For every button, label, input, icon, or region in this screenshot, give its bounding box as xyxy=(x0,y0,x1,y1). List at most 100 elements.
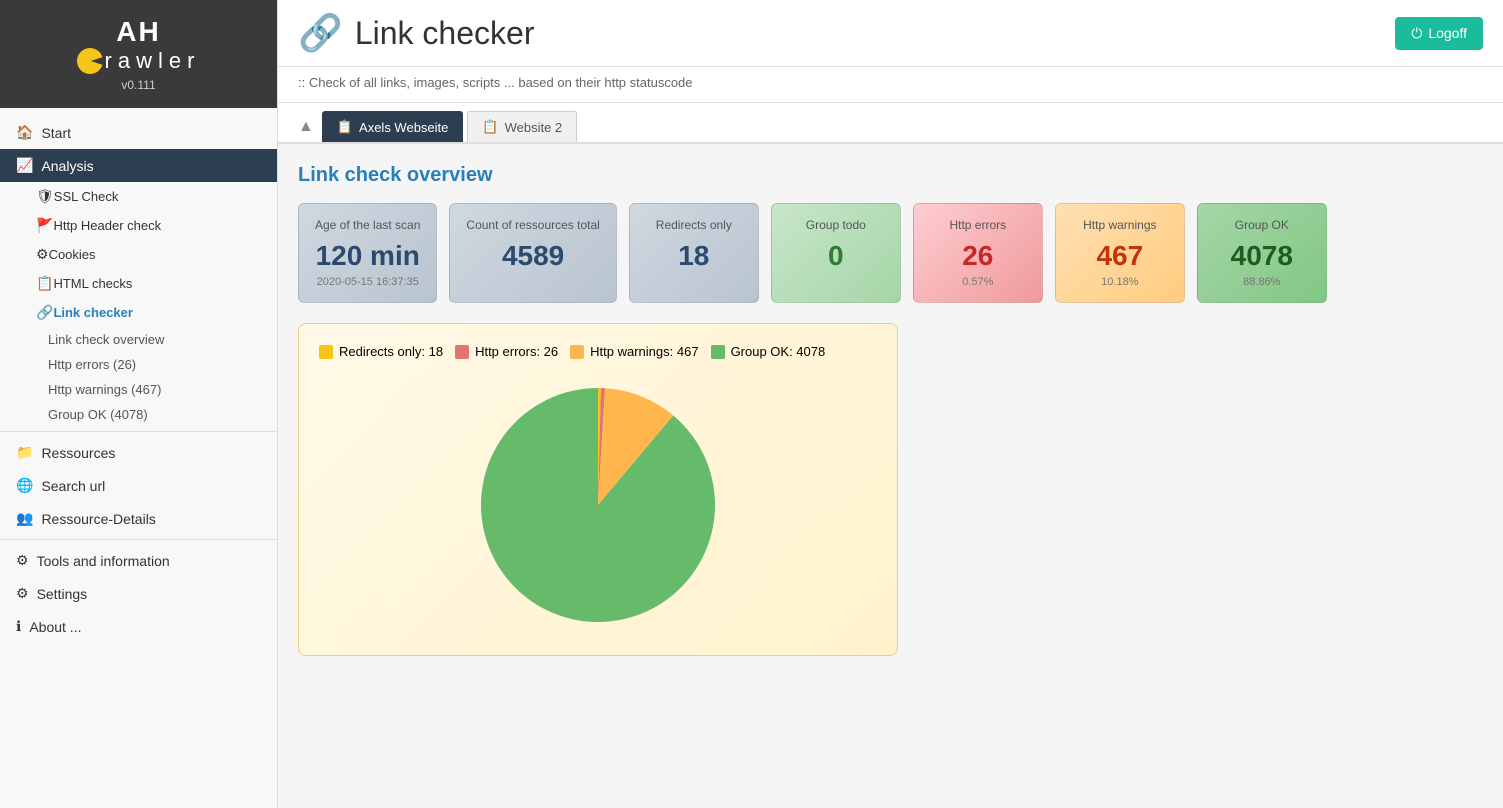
card-total-value: 4589 xyxy=(466,240,599,272)
card-ok-value: 4078 xyxy=(1214,240,1310,272)
link-chain-icon: 🔗 xyxy=(298,12,343,54)
legend-dot-ok xyxy=(711,345,725,359)
legend-redirects-label: Redirects only: 18 xyxy=(339,344,443,359)
tab-up-arrow[interactable]: ▲ xyxy=(298,118,314,136)
tabs-bar: ▲ 📋 Axels Webseite 📋 Website 2 xyxy=(278,103,1503,144)
legend-errors: Http errors: 26 xyxy=(455,344,558,359)
resources-icon: 📁 xyxy=(16,444,33,461)
subtitle-bar: :: Check of all links, images, scripts .… xyxy=(278,67,1503,103)
legend-ok-label: Group OK: 4078 xyxy=(731,344,826,359)
settings-icon: ⚙ xyxy=(16,585,29,602)
shield-icon: 🛡 xyxy=(36,188,54,205)
card-todo-value: 0 xyxy=(788,240,884,272)
tools-icon: ⚙ xyxy=(16,552,29,569)
tab-axels-webseite[interactable]: 📋 Axels Webseite xyxy=(322,111,464,142)
pie-chart xyxy=(468,375,728,635)
sidebar-resource-details-label: Ressource-Details xyxy=(41,511,155,527)
legend-ok: Group OK: 4078 xyxy=(711,344,826,359)
legend-warnings: Http warnings: 467 xyxy=(570,344,698,359)
html-icon: 📋 xyxy=(36,275,53,292)
logo-crawler: rawler xyxy=(16,48,261,74)
logoff-label: Logoff xyxy=(1428,25,1467,41)
tab2-icon: 📋 xyxy=(482,119,498,135)
pie-slice-group-ok xyxy=(481,388,715,622)
logoff-button[interactable]: ⏻ Logoff xyxy=(1395,17,1483,50)
card-redirects-label: Redirects only xyxy=(646,218,742,232)
sidebar-item-about[interactable]: ℹ About ... xyxy=(0,610,277,643)
sidebar-item-analysis-label: Analysis xyxy=(41,158,93,174)
analysis-icon: 📈 xyxy=(16,157,33,174)
sidebar-item-start[interactable]: 🏠 Start xyxy=(0,116,277,149)
content-area: Link check overview Age of the last scan… xyxy=(278,144,1503,676)
sidebar-http-header-label: Http Header check xyxy=(53,218,161,233)
tab-website2[interactable]: 📋 Website 2 xyxy=(467,111,577,142)
sidebar-item-link-checker[interactable]: 🔗 Link checker xyxy=(0,298,277,327)
sidebar-item-ssl-check[interactable]: 🛡 SSL Check xyxy=(0,182,277,211)
sidebar-item-link-check-overview[interactable]: Link check overview xyxy=(0,327,277,352)
card-age-sub: 2020-05-15 16:37:35 xyxy=(315,276,420,288)
card-group-ok: Group OK 4078 88.86% xyxy=(1197,203,1327,303)
sidebar-overview-label: Link check overview xyxy=(48,332,164,347)
sidebar-tools-label: Tools and information xyxy=(37,553,170,569)
card-age-label: Age of the last scan xyxy=(315,218,420,232)
sidebar-group-ok-label: Group OK (4078) xyxy=(48,407,148,422)
card-ok-sub: 88.86% xyxy=(1214,276,1310,288)
sidebar-item-http-errors[interactable]: Http errors (26) xyxy=(0,352,277,377)
tab1-label: Axels Webseite xyxy=(359,120,448,135)
sidebar-link-checker-label: Link checker xyxy=(53,305,133,320)
app-version: v0.111 xyxy=(16,78,261,92)
sidebar-item-html-checks[interactable]: 📋 HTML checks xyxy=(0,269,277,298)
sidebar-cookies-label: Cookies xyxy=(49,247,96,262)
info-icon: ℹ xyxy=(16,618,21,635)
card-redirects: Redirects only 18 xyxy=(629,203,759,303)
pie-chart-container xyxy=(319,375,877,635)
flag-icon: 🚩 xyxy=(36,217,53,234)
sidebar-navigation: 🏠 Start 📈 Analysis 🛡 SSL Check 🚩 Http He… xyxy=(0,108,277,651)
sidebar-item-http-warnings[interactable]: Http warnings (467) xyxy=(0,377,277,402)
card-http-warnings: Http warnings 467 10.18% xyxy=(1055,203,1185,303)
link-icon: 🔗 xyxy=(36,304,53,321)
card-errors-value: 26 xyxy=(930,240,1026,272)
chart-legend: Redirects only: 18 Http errors: 26 Http … xyxy=(319,344,877,359)
sidebar-http-warnings-label: Http warnings (467) xyxy=(48,382,161,397)
legend-warnings-label: Http warnings: 467 xyxy=(590,344,698,359)
legend-dot-redirects xyxy=(319,345,333,359)
app-logo: AH rawler v0.111 xyxy=(0,0,277,108)
card-warnings-value: 467 xyxy=(1072,240,1168,272)
legend-dot-errors xyxy=(455,345,469,359)
card-total-label: Count of ressources total xyxy=(466,218,599,232)
sidebar-item-tools[interactable]: ⚙ Tools and information xyxy=(0,544,277,577)
sidebar-item-http-header[interactable]: 🚩 Http Header check xyxy=(0,211,277,240)
sidebar-item-group-ok[interactable]: Group OK (4078) xyxy=(0,402,277,427)
card-warnings-label: Http warnings xyxy=(1072,218,1168,232)
sidebar: AH rawler v0.111 🏠 Start 📈 Analysis 🛡 SS… xyxy=(0,0,278,808)
page-title: Link checker xyxy=(355,15,535,52)
sidebar-item-resources[interactable]: 📁 Ressources xyxy=(0,436,277,469)
cookie-icon: ⚙ xyxy=(36,246,49,263)
card-todo: Group todo 0 xyxy=(771,203,901,303)
main-content: 🔗 Link checker ⏻ Logoff :: Check of all … xyxy=(278,0,1503,808)
card-ok-label: Group OK xyxy=(1214,218,1310,232)
sidebar-about-label: About ... xyxy=(29,619,81,635)
card-total: Count of ressources total 4589 xyxy=(449,203,616,303)
chart-area: Redirects only: 18 Http errors: 26 Http … xyxy=(298,323,898,656)
sidebar-ssl-label: SSL Check xyxy=(54,189,119,204)
sidebar-item-settings[interactable]: ⚙ Settings xyxy=(0,577,277,610)
legend-dot-warnings xyxy=(570,345,584,359)
top-bar: 🔗 Link checker ⏻ Logoff xyxy=(278,0,1503,67)
page-title-area: 🔗 Link checker xyxy=(298,12,534,54)
sidebar-item-search-url[interactable]: 🌐 Search url xyxy=(0,469,277,502)
tab1-icon: 📋 xyxy=(337,119,353,135)
sidebar-search-url-label: Search url xyxy=(41,478,105,494)
card-age: Age of the last scan 120 min 2020-05-15 … xyxy=(298,203,437,303)
sidebar-item-cookies[interactable]: ⚙ Cookies xyxy=(0,240,277,269)
card-errors-label: Http errors xyxy=(930,218,1026,232)
power-icon: ⏻ xyxy=(1411,25,1422,42)
sidebar-item-resource-details[interactable]: 👥 Ressource-Details xyxy=(0,502,277,535)
sidebar-settings-label: Settings xyxy=(37,586,88,602)
tab2-label: Website 2 xyxy=(505,120,563,135)
stat-cards: Age of the last scan 120 min 2020-05-15 … xyxy=(298,203,1483,303)
subtitle-text: :: Check of all links, images, scripts .… xyxy=(298,75,693,90)
sidebar-http-errors-label: Http errors (26) xyxy=(48,357,136,372)
sidebar-item-analysis[interactable]: 📈 Analysis xyxy=(0,149,277,182)
